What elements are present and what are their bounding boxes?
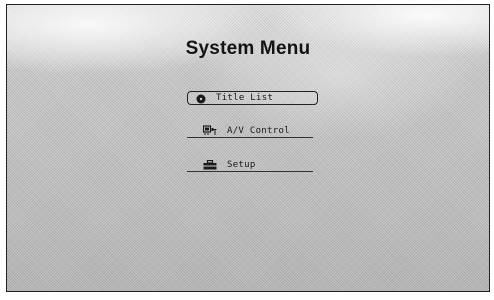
menu-item-label: A/V Control [227,125,290,136]
tv-screen: System Menu Title List A/V Control Setup [6,4,490,292]
menu-item-label: Setup [227,159,256,170]
menu-item-label: Title List [216,93,274,103]
menu-item-setup[interactable]: Setup [187,158,313,172]
av-control-icon [202,121,217,140]
disc-icon [196,89,206,108]
toolbox-icon [203,155,217,174]
menu-item-av-control[interactable]: A/V Control [187,124,313,138]
menu-item-title-list[interactable]: Title List [187,91,318,105]
menu-title: System Menu [185,38,311,59]
